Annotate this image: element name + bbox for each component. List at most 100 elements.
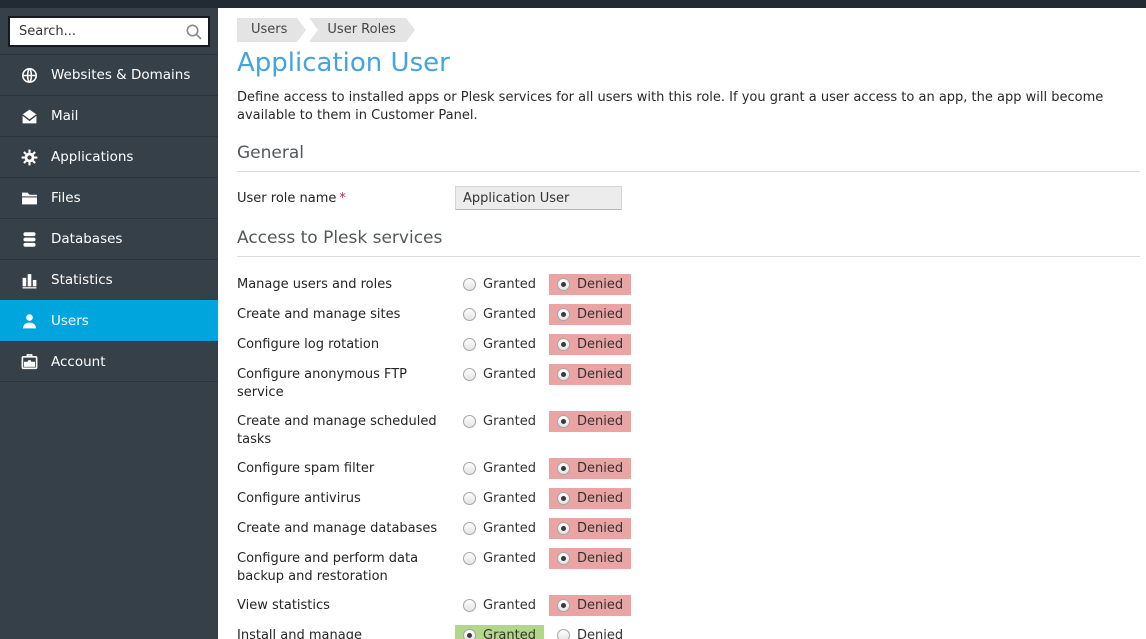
permission-label: Configure anonymous FTP service [237,364,442,402]
granted-radio-option[interactable]: Granted [455,548,544,569]
breadcrumb-item-users[interactable]: Users [237,18,297,42]
denied-radio-option[interactable]: Denied [549,458,631,479]
permission-label: Create and manage databases [237,518,442,539]
denied-radio-option[interactable]: Denied [549,274,631,295]
sidebar-item-databases[interactable]: Databases [0,218,218,259]
sidebar-item-applications[interactable]: Applications [0,136,218,177]
mail-icon [20,107,38,125]
denied-radio-option[interactable]: Denied [549,334,631,355]
radio-button-icon[interactable] [463,278,476,291]
radio-button-icon[interactable] [463,308,476,321]
denied-label: Denied [577,337,623,352]
radio-button-icon[interactable] [463,415,476,428]
radio-button-icon[interactable] [463,629,476,639]
granted-radio-option[interactable]: Granted [455,488,544,509]
sidebar-item-label: Databases [51,231,122,247]
breadcrumb-item-user-roles[interactable]: User Roles [309,18,406,42]
permission-controls: Granted Denied [455,625,636,639]
radio-button-icon[interactable] [557,522,570,535]
denied-radio-option[interactable]: Denied [549,364,631,385]
radio-button-icon[interactable] [463,522,476,535]
denied-radio-option[interactable]: Denied [549,595,631,616]
denied-label: Denied [577,491,623,506]
radio-button-icon[interactable] [557,308,570,321]
permission-row: Configure and perform data backup and re… [237,548,1140,586]
sidebar-item-mail[interactable]: Mail [0,95,218,136]
permission-row: Create and manage databases Granted Deni… [237,518,1140,539]
radio-button-icon[interactable] [557,462,570,475]
radio-button-icon[interactable] [463,368,476,381]
sidebar-item-label: Mail [51,108,78,124]
radio-button-icon[interactable] [463,338,476,351]
sidebar-item-users[interactable]: Users [0,300,218,341]
sidebar-item-account[interactable]: Account [0,341,218,382]
required-asterisk: * [339,191,346,206]
denied-label: Denied [577,598,623,613]
sidebar-item-statistics[interactable]: Statistics [0,259,218,300]
radio-button-icon[interactable] [557,368,570,381]
radio-button-icon[interactable] [463,552,476,565]
granted-label: Granted [483,628,536,639]
granted-radio-option[interactable]: Granted [455,411,544,432]
permission-controls: Granted Denied [455,411,636,449]
denied-label: Denied [577,628,623,639]
bar-chart-icon [20,271,38,289]
permission-row: Configure anonymous FTP service Granted … [237,364,1140,402]
denied-radio-option[interactable]: Denied [549,304,631,325]
granted-radio-option[interactable]: Granted [455,274,544,295]
granted-radio-option[interactable]: Granted [455,458,544,479]
permission-label: Configure antivirus [237,488,442,509]
denied-radio-option[interactable]: Denied [549,488,631,509]
breadcrumb: Users User Roles [237,18,1140,42]
permission-row: View statistics Granted Denied [237,595,1140,616]
granted-radio-option[interactable]: Granted [455,518,544,539]
granted-label: Granted [483,307,536,322]
radio-button-icon[interactable] [557,278,570,291]
granted-radio-option[interactable]: Granted [455,364,544,385]
radio-button-icon[interactable] [557,552,570,565]
denied-radio-option[interactable]: Denied [549,518,631,539]
radio-button-icon[interactable] [463,492,476,505]
permission-controls: Granted Denied [455,274,636,295]
granted-radio-option[interactable]: Granted [455,304,544,325]
main-content: Users User Roles Application User Define… [218,8,1146,639]
granted-label: Granted [483,367,536,382]
radio-button-icon[interactable] [557,629,570,639]
search-icon[interactable] [185,23,203,41]
radio-button-icon[interactable] [557,415,570,428]
permission-label: View statistics [237,595,442,616]
radio-button-icon[interactable] [557,599,570,612]
database-icon [20,230,38,248]
page-description: Define access to installed apps or Plesk… [237,89,1140,125]
denied-label: Denied [577,521,623,536]
sidebar-item-label: Users [51,313,89,329]
top-bar [0,0,1146,8]
sidebar-item-files[interactable]: Files [0,177,218,218]
permission-controls: Granted Denied [455,458,636,479]
granted-radio-option[interactable]: Granted [455,595,544,616]
permission-controls: Granted Denied [455,364,636,402]
permission-label: Create and manage scheduled tasks [237,411,442,449]
permission-row: Configure antivirus Granted Denied [237,488,1140,509]
sidebar-item-label: Files [51,190,81,206]
denied-radio-option[interactable]: Denied [549,548,631,569]
sidebar-item-label: Statistics [51,272,113,288]
user-role-name-input[interactable] [455,186,622,210]
granted-label: Granted [483,521,536,536]
granted-radio-option[interactable]: Granted [455,334,544,355]
granted-radio-option[interactable]: Granted [455,625,544,639]
permission-controls: Granted Denied [455,304,636,325]
denied-radio-option[interactable]: Denied [549,411,631,432]
permission-row: Manage users and roles Granted Denied [237,274,1140,295]
radio-button-icon[interactable] [463,462,476,475]
permission-label: Configure and perform data backup and re… [237,548,442,586]
permission-row: Create and manage scheduled tasks Grante… [237,411,1140,449]
radio-button-icon[interactable] [557,338,570,351]
granted-label: Granted [483,461,536,476]
radio-button-icon[interactable] [463,599,476,612]
sidebar-item-websites-domains[interactable]: Websites & Domains [0,54,218,95]
search-input[interactable] [8,16,210,47]
radio-button-icon[interactable] [557,492,570,505]
denied-radio-option[interactable]: Denied [549,625,631,639]
folder-icon [20,189,38,207]
